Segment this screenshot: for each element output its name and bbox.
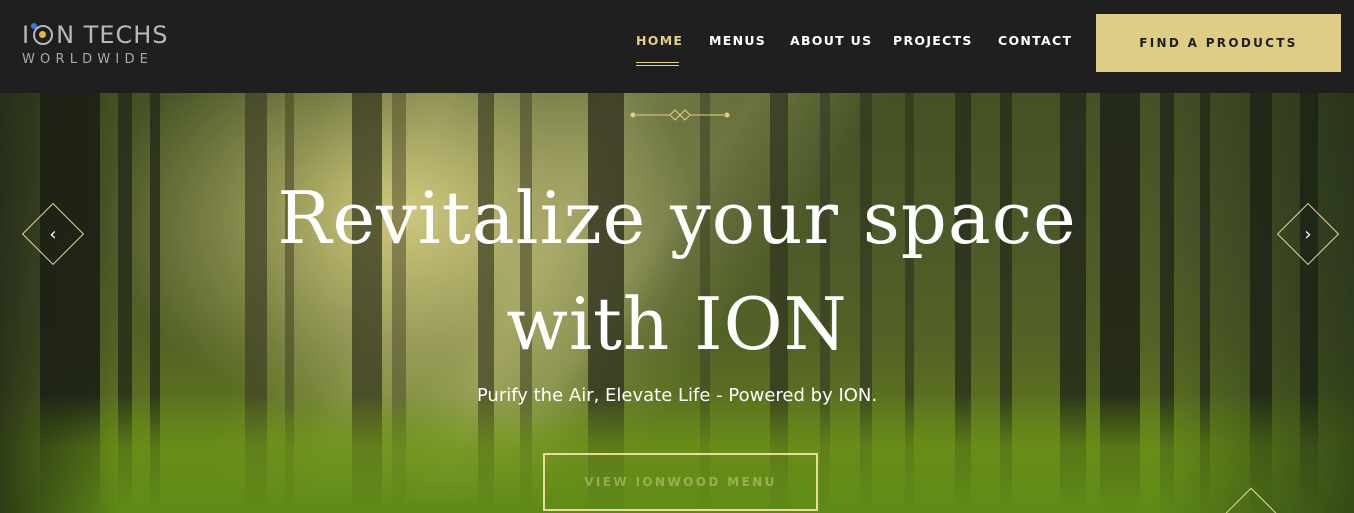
- nav-item-menus[interactable]: MENUS: [709, 33, 766, 48]
- slider-next-button[interactable]: ›: [1276, 202, 1340, 266]
- site-header: I N TECHS WORLDWIDE HOME MENUS ABOUT US …: [0, 0, 1354, 93]
- logo-letter-i: I: [22, 21, 31, 49]
- hero-headline: Revitalize your space with ION: [0, 165, 1354, 377]
- headline-line-1: Revitalize your space: [277, 176, 1077, 260]
- nav-item-about-us[interactable]: ABOUT US: [790, 33, 872, 48]
- logo-subtitle: WORLDWIDE: [22, 52, 154, 67]
- hero-tagline: Purify the Air, Elevate Life - Powered b…: [476, 385, 878, 406]
- ornament-divider-icon: [630, 109, 730, 121]
- logo[interactable]: I N TECHS WORLDWIDE: [22, 20, 192, 70]
- chevron-right-icon: ›: [1304, 223, 1312, 245]
- active-underline: [636, 62, 679, 66]
- logo-ring-icon: [31, 23, 54, 45]
- nav-item-contact[interactable]: CONTACT: [998, 33, 1072, 48]
- slider-prev-button[interactable]: ‹: [21, 202, 85, 266]
- nav-item-home[interactable]: HOME: [636, 33, 684, 66]
- hero-slider: Revitalize your space with ION Purify th…: [0, 93, 1354, 513]
- nav-item-projects[interactable]: PROJECTS: [893, 33, 973, 48]
- headline-line-2: with ION: [506, 282, 848, 366]
- find-products-button[interactable]: FIND A PRODUCTS: [1096, 14, 1341, 72]
- nav-item-label: HOME: [636, 33, 684, 48]
- logo-wordmark: I N TECHS: [22, 20, 169, 50]
- view-menu-button[interactable]: VIEW IONWOOD MENU: [543, 453, 818, 511]
- chevron-left-icon: ‹: [49, 223, 57, 245]
- logo-text: N TECHS: [56, 21, 169, 49]
